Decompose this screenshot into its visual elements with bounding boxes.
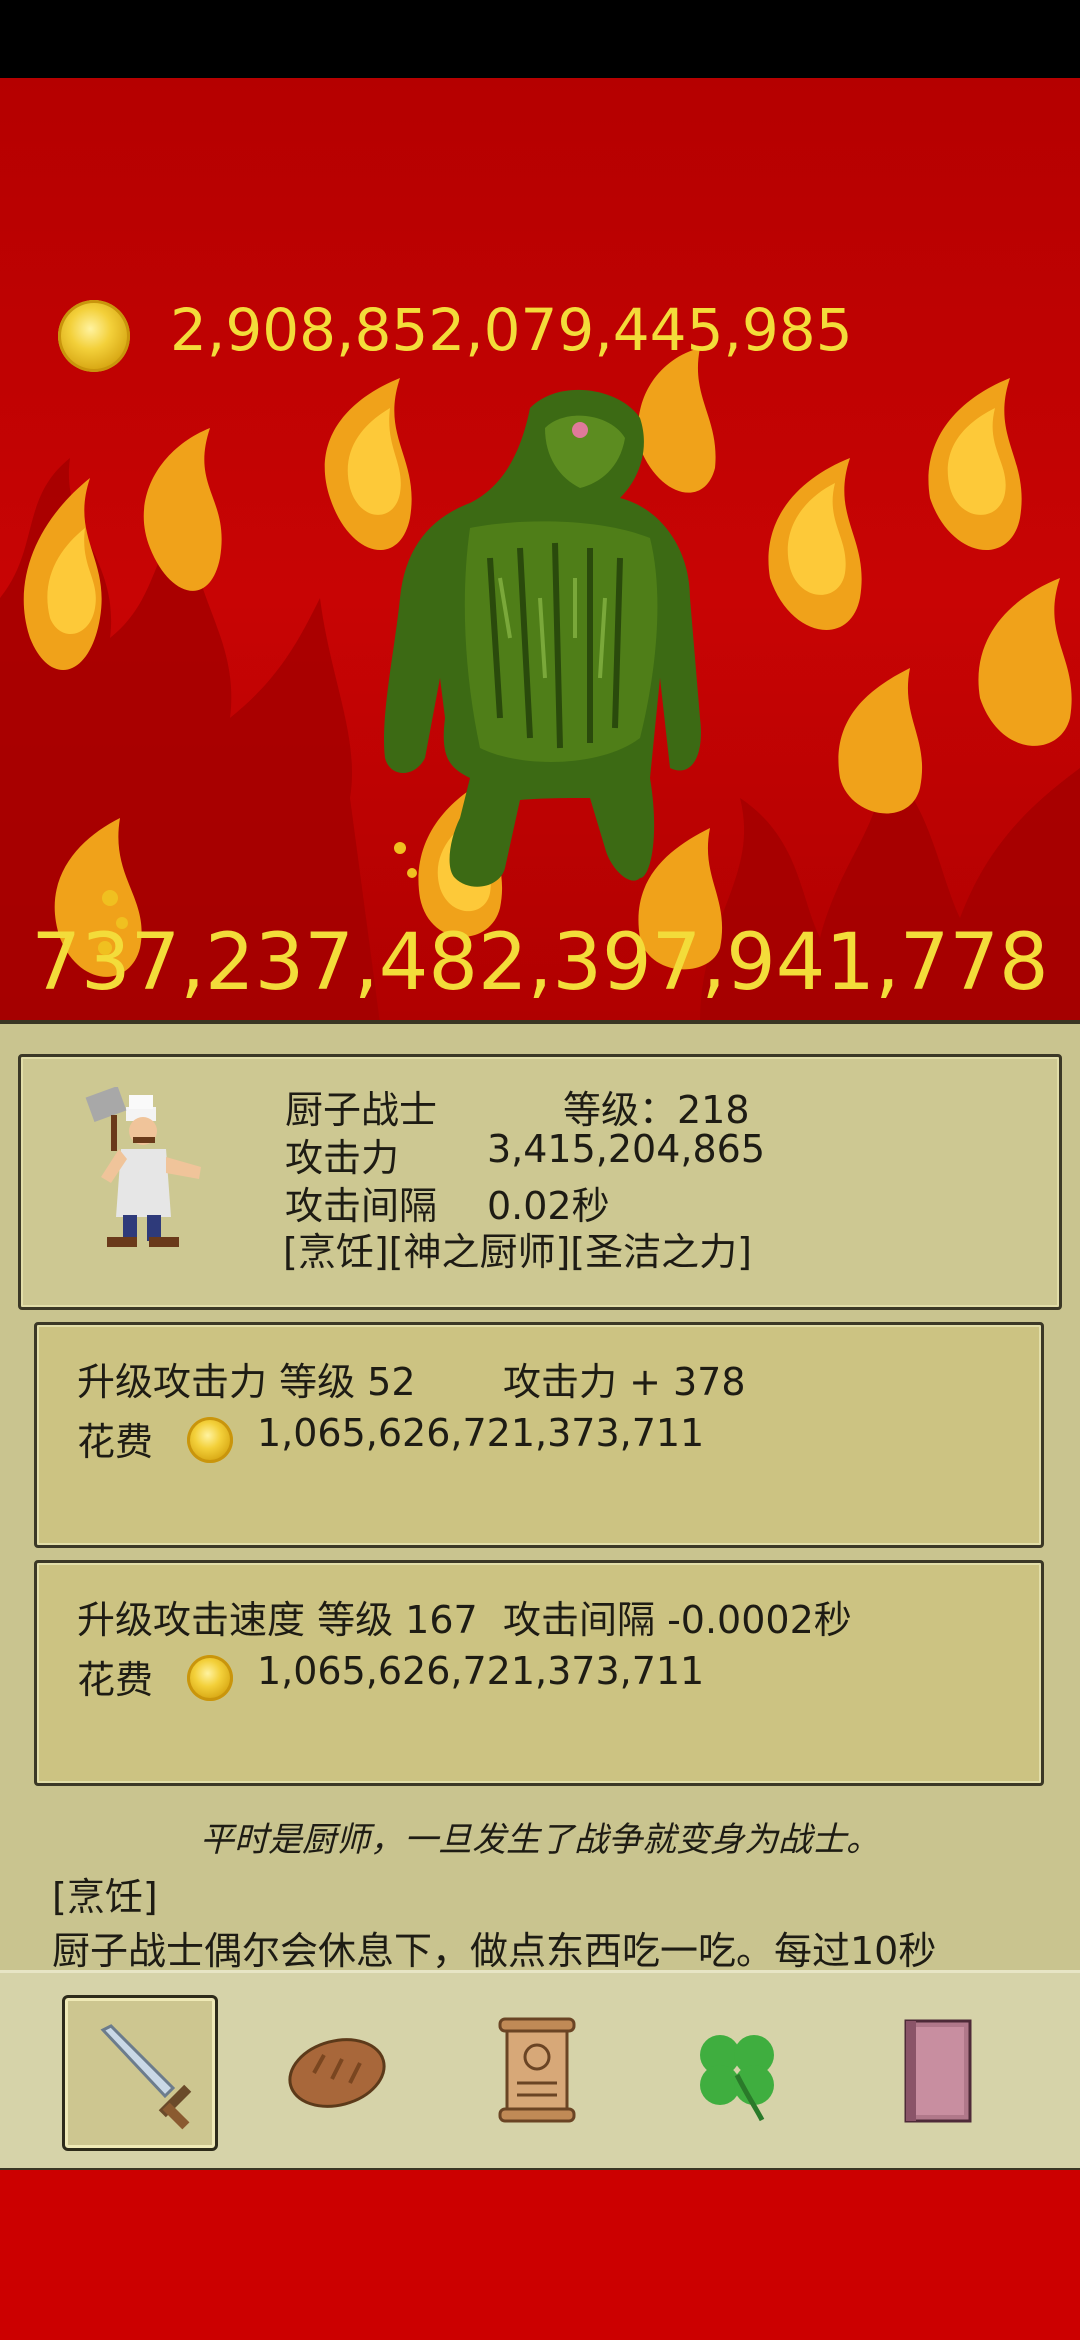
- hero-name: 厨子战士: [285, 1088, 438, 1132]
- book-icon: [904, 2019, 972, 2123]
- bottom-background: [0, 2170, 1080, 2340]
- skill-title: [烹饪]: [52, 1875, 158, 1919]
- hero-tagline: 平时是厨师，一旦发生了战争就变身为战士。: [200, 1820, 880, 1860]
- hero-stats-card: 厨子战士 等级：218 攻击力 3,415,204,865 攻击间隔 0.02秒…: [18, 1054, 1062, 1310]
- enemy-hp: 737,237,482,397,941,778: [31, 918, 1049, 1008]
- bottom-nav: [0, 1970, 1080, 2173]
- gold-coin-icon: [58, 300, 130, 372]
- status-bar: [0, 0, 1080, 78]
- upgrade-speed-effect: 攻击间隔 -0.0002秒: [503, 1598, 852, 1642]
- flames-background: [0, 348, 1080, 1023]
- gold-coin-icon: [187, 1655, 233, 1701]
- nav-clover-tab[interactable]: [662, 1995, 812, 2145]
- nav-scroll-tab[interactable]: [462, 1995, 612, 2145]
- clover-icon: [700, 2035, 774, 2122]
- gold-coin-icon: [187, 1417, 233, 1463]
- nav-bread-tab[interactable]: [262, 1995, 412, 2145]
- nav-book-tab[interactable]: [862, 1995, 1012, 2145]
- hero-level: 等级：218: [563, 1088, 750, 1132]
- upgrade-attack-title: 升级攻击力 等级 52: [77, 1360, 416, 1404]
- upgrade-attack-button[interactable]: 升级攻击力 等级 52 攻击力 + 378 花费 1,065,626,721,3…: [34, 1322, 1044, 1548]
- upgrade-speed-button[interactable]: 升级攻击速度 等级 167 攻击间隔 -0.0002秒 花费 1,065,626…: [34, 1560, 1044, 1786]
- scroll-icon: [498, 2017, 576, 2123]
- upgrade-attack-cost: 1,065,626,721,373,711: [257, 1411, 705, 1455]
- bread-icon: [288, 2038, 386, 2108]
- sword-icon: [100, 2024, 192, 2130]
- upgrade-attack-cost-label: 花费: [77, 1420, 154, 1464]
- nav-sword-tab[interactable]: [62, 1995, 218, 2151]
- gold-amount: 2,908,852,079,445,985: [170, 296, 853, 364]
- upgrade-speed-title: 升级攻击速度 等级 167: [77, 1598, 478, 1642]
- hero-traits: [烹饪][神之厨师][圣洁之力]: [283, 1230, 752, 1274]
- upgrade-attack-effect: 攻击力 + 378: [503, 1360, 746, 1404]
- upgrade-speed-cost: 1,065,626,721,373,711: [257, 1649, 705, 1693]
- chef-warrior-avatar: [85, 1087, 201, 1247]
- battle-scene: 2,908,852,079,445,985 737,237,482,397,94…: [0, 78, 1080, 1023]
- upgrade-speed-cost-label: 花费: [77, 1658, 154, 1702]
- skill-description: 厨子战士偶尔会休息下，做点东西吃一吃。每过10秒: [52, 1929, 937, 1973]
- attack-label: 攻击力: [285, 1136, 400, 1180]
- attack-value: 3,415,204,865: [487, 1127, 766, 1171]
